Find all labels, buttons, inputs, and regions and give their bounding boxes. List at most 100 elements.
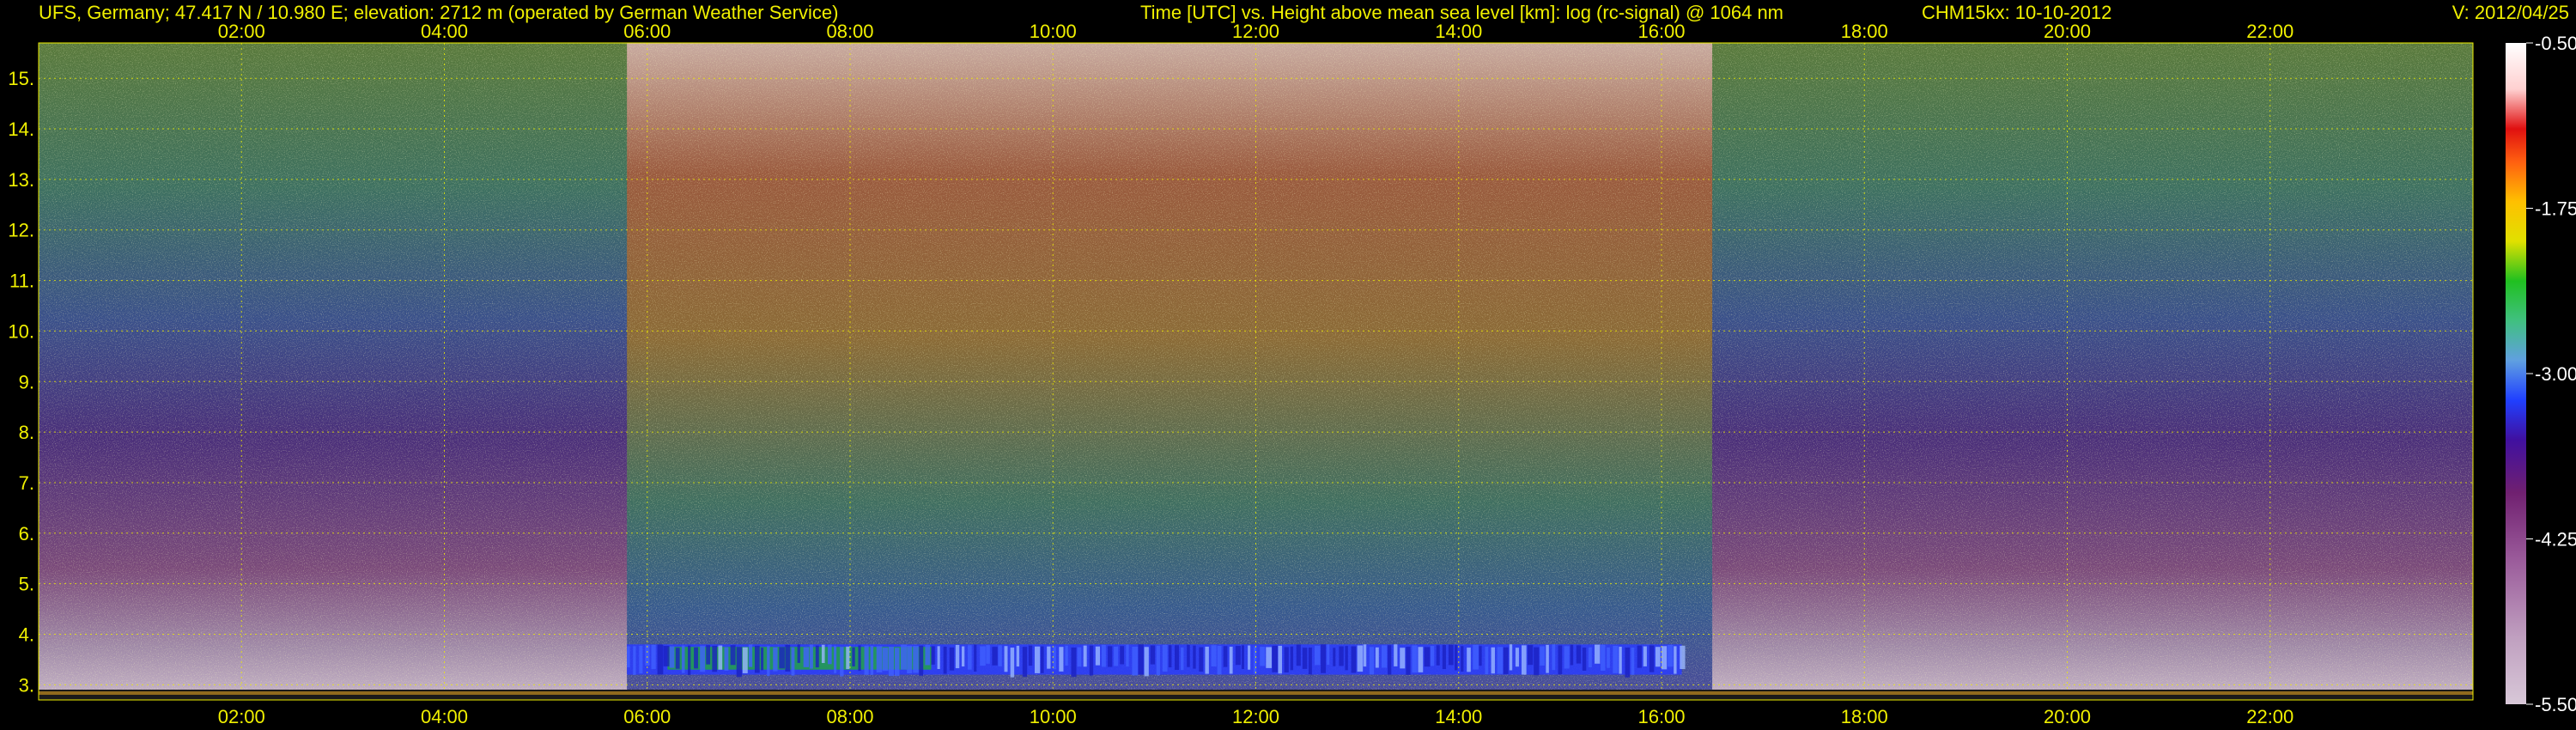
aerosol-streak: [1022, 647, 1028, 677]
aerosol-streak: [870, 645, 874, 675]
x-tick-label-bottom: 04:00: [421, 706, 468, 727]
y-tick-label: 8.: [19, 422, 34, 443]
y-tick-label: 4.: [19, 624, 34, 646]
aerosol-streak: [1436, 645, 1440, 666]
aerosol-streak: [1655, 647, 1661, 667]
colorbar-tick-label: -3.00: [2535, 363, 2576, 385]
aerosol-streak: [1339, 646, 1344, 666]
aerosol-streak: [925, 644, 931, 666]
aerosol-streak: [1491, 647, 1495, 674]
x-tick-label-bottom: 06:00: [623, 706, 671, 727]
colorbar-tick-label: -1.75: [2535, 198, 2576, 220]
aerosol-streak: [663, 646, 670, 666]
aerosol-streak: [712, 645, 718, 672]
aerosol-streak: [1613, 645, 1619, 673]
aerosol-streak: [1400, 648, 1406, 669]
x-tick-label-top: 04:00: [421, 21, 468, 42]
aerosol-streak: [901, 644, 907, 670]
aerosol-streak: [974, 644, 977, 672]
aerosol-streak: [1144, 647, 1149, 677]
x-tick-label-top: 14:00: [1435, 21, 1482, 42]
aerosol-streak: [949, 647, 955, 671]
aerosol-streak: [1321, 644, 1327, 673]
version-label: V: 2012/04/25: [2452, 2, 2569, 23]
x-tick-label-top: 12:00: [1232, 21, 1279, 42]
aerosol-streak: [1631, 647, 1635, 675]
x-tick-label-top: 08:00: [826, 21, 873, 42]
aerosol-streak: [815, 645, 819, 668]
aerosol-streak: [864, 645, 869, 675]
aerosol-streak: [1278, 645, 1283, 674]
aerosol-streak: [1442, 644, 1446, 670]
aerosol-streak: [1619, 647, 1622, 674]
aerosol-streak: [1248, 645, 1251, 670]
x-tick-label-top: 10:00: [1030, 21, 1077, 42]
aerosol-streak: [1534, 647, 1540, 676]
aerosol-streak: [1272, 645, 1279, 672]
aerosol-streak: [1126, 644, 1129, 667]
aerosol-streak: [779, 647, 785, 669]
aerosol-streak: [1394, 644, 1398, 666]
aerosol-streak: [1016, 645, 1020, 667]
aerosol-streak: [1552, 644, 1556, 671]
aerosol-streak: [1582, 648, 1587, 671]
y-tick-label: 12.: [8, 220, 34, 241]
aerosol-streak: [1473, 644, 1479, 670]
aerosol-streak: [1223, 646, 1228, 667]
y-tick-label: 5.: [19, 574, 34, 595]
aerosol-streak: [1266, 647, 1273, 668]
x-tick-label-bottom: 22:00: [2246, 706, 2293, 727]
aerosol-streak: [1065, 645, 1068, 666]
aerosol-streak: [1509, 644, 1513, 671]
aerosol-streak: [1095, 646, 1101, 666]
aerosol-streak: [1333, 648, 1336, 666]
aerosol-streak: [1607, 647, 1610, 668]
aerosol-streak: [1357, 645, 1364, 672]
aerosol-streak: [1601, 644, 1606, 671]
aerosol-streak: [1114, 646, 1119, 666]
aerosol-streak: [1290, 646, 1294, 671]
x-tick-label-top: 16:00: [1637, 21, 1685, 42]
x-tick-label-top: 06:00: [623, 21, 671, 42]
y-tick-label: 14.: [8, 119, 34, 140]
aerosol-streak: [1004, 646, 1008, 672]
x-tick-label-bottom: 18:00: [1841, 706, 1888, 727]
aerosol-streak: [1199, 647, 1204, 672]
aerosol-streak: [669, 646, 675, 668]
y-tick-label: 3.: [19, 674, 34, 696]
aerosol-streak: [1302, 648, 1308, 669]
aerosol-streak: [1187, 644, 1190, 667]
aerosol-streak: [1211, 645, 1217, 667]
aerosol-streak: [1430, 646, 1435, 666]
aerosol-layer: [627, 644, 1686, 678]
aerosol-streak: [1369, 647, 1375, 675]
x-tick-label-top: 02:00: [218, 21, 265, 42]
aerosol-streak: [1162, 644, 1168, 672]
x-axis-top: 02:00 04:00 06:00 08:00 10:00 12:00 14:00 16:00…: [218, 21, 2294, 42]
aerosol-streak: [980, 646, 986, 666]
aerosol-streak: [1521, 645, 1527, 675]
aerosol-streak: [828, 644, 832, 665]
y-tick-label: 6.: [19, 523, 34, 544]
x-tick-label-top: 18:00: [1841, 21, 1888, 42]
aerosol-streak: [1455, 644, 1458, 671]
aerosol-streak: [1540, 646, 1545, 666]
aerosol-streak: [1101, 644, 1106, 667]
colorbar-ticks: -0.50 -1.75 -3.00 -4.25 -5.50: [2526, 33, 2576, 715]
aerosol-streak: [736, 647, 743, 678]
aerosol-streak: [852, 647, 855, 666]
aerosol-streak: [955, 644, 960, 669]
y-tick-label: 15.: [8, 68, 34, 89]
aerosol-streak: [809, 644, 813, 669]
aerosol-streak: [882, 648, 889, 672]
aerosol-streak: [803, 647, 810, 667]
aerosol-streak: [1327, 644, 1330, 666]
aerosol-streak: [1528, 645, 1534, 666]
aerosol-streak: [1503, 647, 1509, 674]
aerosol-streak: [1497, 647, 1504, 674]
aerosol-streak: [1351, 646, 1357, 673]
y-tick-label: 11.: [9, 271, 34, 292]
aerosol-streak: [730, 645, 736, 666]
aerosol-streak: [1674, 646, 1677, 674]
ground-signal: [39, 691, 2473, 695]
